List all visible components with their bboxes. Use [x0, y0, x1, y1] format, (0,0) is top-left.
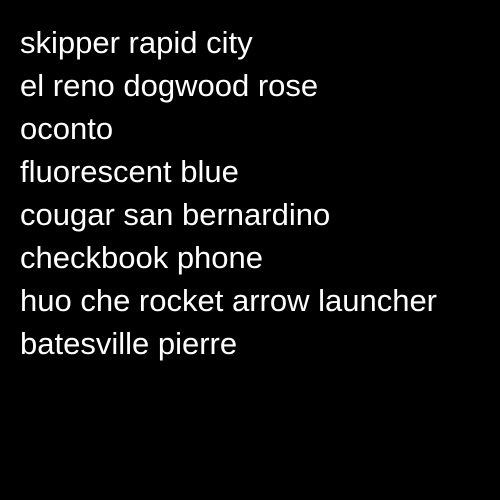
text-line-3: oconto — [20, 111, 114, 146]
canvas: skipper rapid city el reno dogwood rose … — [0, 0, 500, 500]
text-line-7: huo che rocket arrow launcher — [20, 283, 438, 318]
text-line-8: batesville pierre — [20, 326, 238, 361]
text-list: skipper rapid city el reno dogwood rose … — [20, 21, 500, 365]
text-line-2: el reno dogwood rose — [20, 68, 319, 103]
text-line-5: cougar san bernardino — [20, 197, 331, 232]
text-line-1: skipper rapid city — [20, 25, 253, 60]
text-line-6: checkbook phone — [20, 240, 264, 275]
text-line-4: fluorescent blue — [20, 154, 239, 189]
